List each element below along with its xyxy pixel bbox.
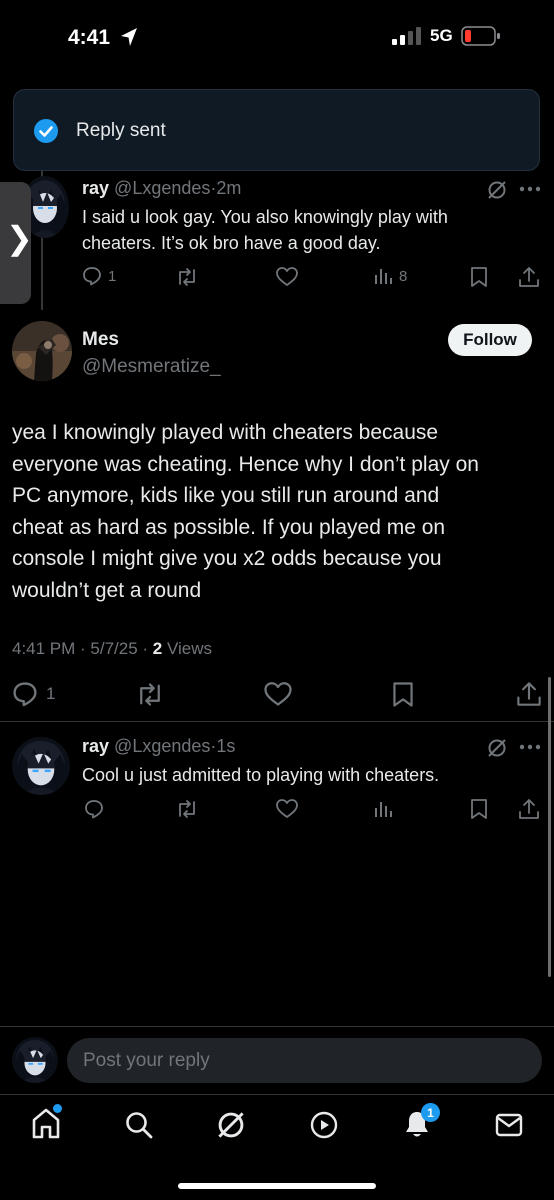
avatar[interactable]	[12, 1037, 58, 1083]
divider	[0, 1026, 554, 1027]
status-time: 4:41	[68, 26, 110, 50]
toast-text: Reply sent	[76, 120, 166, 141]
tweet-text-line: cheaters. It’s ok bro have a good day.	[82, 233, 381, 253]
like-icon[interactable]	[264, 682, 292, 707]
tweet-text-line: cheat as hard as possible. If you played…	[12, 515, 446, 539]
grok-icon[interactable]	[215, 1109, 247, 1141]
video-icon[interactable]	[309, 1110, 339, 1140]
author-name[interactable]: ray	[82, 736, 109, 756]
view-count: 8	[399, 267, 408, 285]
views-icon[interactable]	[373, 799, 393, 819]
reply1-header: ray @Lxgendes·2m	[82, 178, 241, 199]
reply-input[interactable]: Post your reply	[67, 1038, 542, 1083]
tweet-text-line: everyone was cheating. Hence why I don’t…	[12, 452, 479, 476]
more-icon[interactable]	[519, 744, 541, 750]
unread-dot	[53, 1104, 62, 1113]
author-handle[interactable]: @Lxgendes	[114, 178, 210, 198]
reply-icon[interactable]	[84, 799, 104, 819]
repost-icon[interactable]	[175, 799, 199, 819]
status-right-group: 5G	[392, 26, 501, 46]
author-handle[interactable]: @Mesmeratize_	[82, 356, 221, 378]
views-count[interactable]: 2	[153, 639, 162, 658]
reply-icon	[13, 682, 37, 707]
share-icon[interactable]	[518, 798, 540, 820]
post-meta: 4:41 PM · 5/7/25 · 2 Views	[12, 639, 212, 659]
reply2-header: ray @Lxgendes·1s	[82, 736, 235, 757]
share-icon[interactable]	[516, 681, 542, 707]
mail-icon[interactable]	[495, 1112, 523, 1138]
avatar[interactable]	[12, 737, 70, 795]
like-icon[interactable]	[276, 267, 298, 287]
divider	[0, 1094, 554, 1095]
reply-icon	[83, 267, 101, 286]
search-icon[interactable]	[124, 1110, 154, 1140]
status-time-text: 4:41	[68, 26, 111, 49]
tweet-text-line: wouldn’t get a round	[12, 578, 202, 602]
tweet-text-line: console I might give you x2 odds because…	[12, 547, 442, 570]
reply-count: 1	[46, 684, 56, 703]
share-icon[interactable]	[518, 266, 540, 288]
signal-bars-icon	[392, 27, 421, 45]
battery-icon	[460, 26, 500, 46]
reply-button[interactable]: 1	[12, 681, 55, 707]
like-icon[interactable]	[276, 799, 298, 819]
author-handle[interactable]: @Lxgendes	[114, 736, 210, 756]
repost-icon[interactable]	[135, 682, 165, 707]
author-name[interactable]: Mes	[82, 329, 119, 351]
follow-button[interactable]: Follow	[448, 324, 532, 356]
location-arrow-icon	[121, 28, 137, 46]
home-indicator[interactable]	[178, 1183, 376, 1189]
author-name[interactable]: ray	[82, 178, 109, 198]
check-circle-icon	[34, 119, 58, 143]
notification-badge: 1	[421, 1103, 440, 1122]
nav-notifications[interactable]: 1	[402, 1103, 440, 1142]
reply-sent-toast: Reply sent	[13, 89, 540, 171]
post-time: 1s	[216, 736, 236, 756]
nav-home[interactable]	[30, 1104, 64, 1142]
bookmark-icon[interactable]	[470, 798, 488, 820]
grok-icon[interactable]	[486, 179, 508, 201]
avatar[interactable]	[12, 321, 72, 381]
bookmark-icon[interactable]	[392, 681, 414, 708]
reply2-text: Cool u just admitted to playing with che…	[82, 765, 440, 785]
reply-count: 1	[108, 267, 117, 285]
side-drawer-handle[interactable]: ❯	[0, 182, 33, 304]
views-icon	[375, 269, 392, 284]
scrollbar[interactable]	[548, 677, 551, 977]
reply-button[interactable]: 1	[82, 266, 116, 286]
grok-icon[interactable]	[486, 737, 508, 759]
reply1-text: I said u look gay. You also knowingly pl…	[82, 204, 522, 256]
views-label: Views	[162, 639, 213, 658]
bookmark-icon[interactable]	[470, 266, 488, 288]
post-timestamp: 4:41 PM · 5/7/25 ·	[12, 639, 153, 658]
chevron-right-icon: ❯	[6, 220, 33, 256]
tweet-text-line: PC anymore, kids like you still run arou…	[12, 484, 440, 507]
repost-icon[interactable]	[175, 267, 199, 287]
tweet-text-line: I said u look gay. You also knowingly pl…	[82, 207, 448, 227]
divider	[0, 721, 554, 722]
network-type: 5G	[430, 26, 453, 45]
post-time: 2m	[216, 178, 242, 198]
views-button[interactable]: 8	[373, 266, 407, 286]
more-icon[interactable]	[519, 186, 541, 192]
tweet-text-line: yea I knowingly played with cheaters bec…	[12, 421, 439, 444]
main-tweet-text: yea I knowingly played with cheaters bec…	[12, 417, 542, 606]
